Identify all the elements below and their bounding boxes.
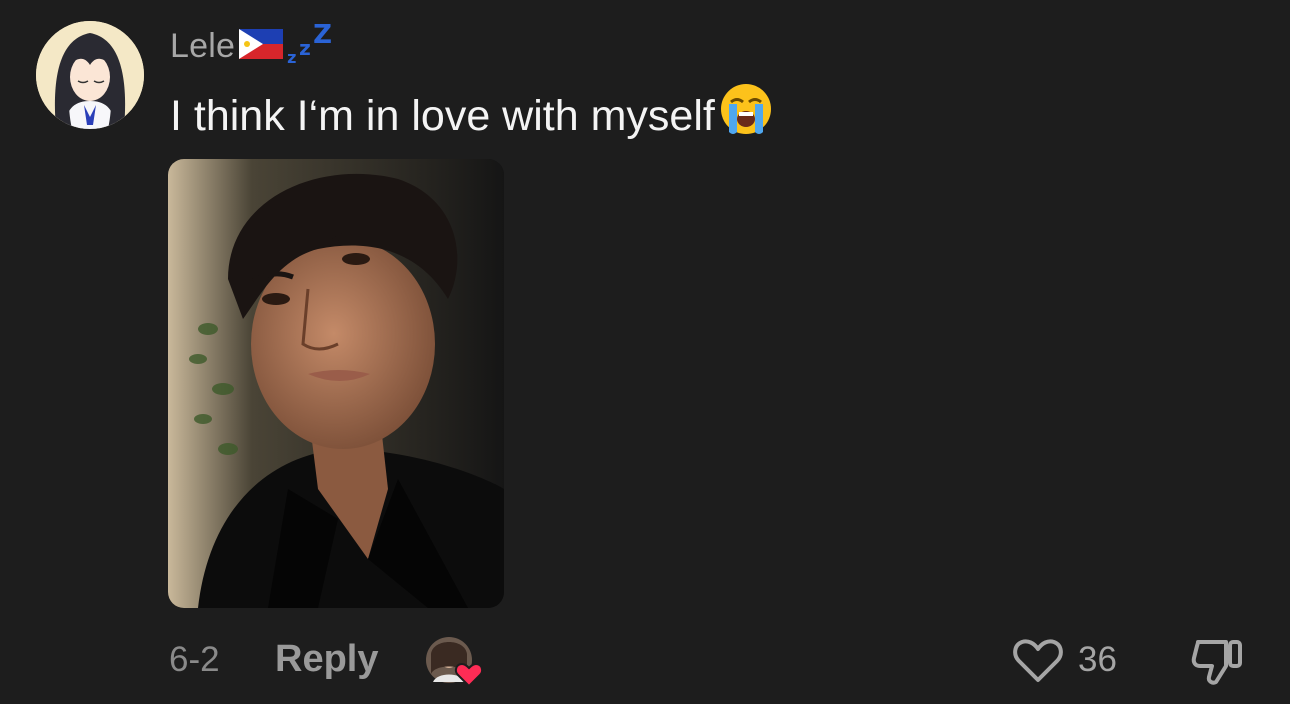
selfie-photo-image xyxy=(168,159,504,608)
like-count: 36 xyxy=(1078,640,1117,679)
like-button[interactable] xyxy=(1012,636,1064,686)
comment-date: 6-2 xyxy=(169,640,220,679)
zzz-sleeping-icon: z z Z xyxy=(287,20,332,67)
philippines-flag-icon xyxy=(239,28,284,64)
anime-avatar-image xyxy=(36,21,144,129)
comment-footer: 6-2 Reply 36 xyxy=(0,630,1290,690)
username-row: Lele z z Z xyxy=(170,20,335,70)
comment-attached-photo[interactable] xyxy=(168,159,504,608)
heart-outline-icon xyxy=(1013,639,1063,682)
commenter-avatar[interactable] xyxy=(36,21,144,129)
comment-text: I think I‘m in love with myself xyxy=(170,92,715,140)
username[interactable]: Lele xyxy=(170,27,235,66)
dislike-button[interactable] xyxy=(1190,634,1246,688)
creator-liked-icon xyxy=(425,634,485,688)
comment-text-row: I think I‘m in love with myself xyxy=(170,82,773,150)
reply-button[interactable]: Reply xyxy=(275,638,378,681)
loudly-crying-face-icon xyxy=(719,82,773,150)
thumbs-down-icon xyxy=(1191,640,1242,685)
